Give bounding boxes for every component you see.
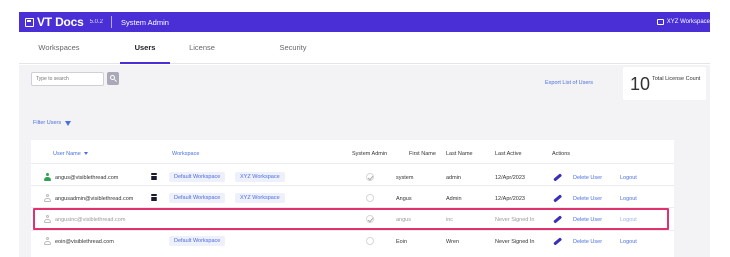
delete-user-link[interactable]: Delete User <box>573 239 602 245</box>
active-tab-indicator <box>120 62 170 64</box>
user-email: eoin@visiblethread.com <box>55 239 114 245</box>
filter-icon <box>65 120 72 126</box>
app-name: VT Docs <box>37 15 84 29</box>
column-header-last-active: Last Active <box>495 151 522 157</box>
user-icon <box>44 237 51 245</box>
first-name: system <box>396 175 414 181</box>
tab-bar: Workspaces Users License Security <box>19 32 710 64</box>
filter-users-label: Filter Users <box>33 120 62 126</box>
system-admin-checkbox[interactable] <box>366 194 374 202</box>
license-count: 10 <box>630 74 651 94</box>
system-admin-checkbox[interactable] <box>366 237 374 245</box>
logout-link[interactable]: Logout <box>620 196 637 202</box>
column-header-actions: Actions <box>552 151 571 157</box>
workspace-stack-icon <box>151 194 157 201</box>
system-admin-checkbox[interactable] <box>366 173 374 181</box>
delete-user-link[interactable]: Delete User <box>573 175 602 181</box>
active-user-icon <box>44 173 51 181</box>
app-version: 5.0.2 <box>89 19 103 25</box>
first-name: Eoin <box>396 239 408 245</box>
workspace-chip[interactable]: Default Workspace <box>169 236 226 246</box>
workspace-label: XYZ Workspace <box>666 19 710 25</box>
last-name: admin <box>446 175 461 181</box>
sort-icon <box>83 152 88 156</box>
section-title: System Admin <box>120 17 169 27</box>
last-active: 12/Apr/2023 <box>495 196 525 202</box>
tab-security[interactable]: Security <box>263 32 323 64</box>
search-input[interactable] <box>31 72 104 86</box>
tab-users[interactable]: Users <box>115 32 175 64</box>
last-active: 12/Apr/2023 <box>495 175 525 181</box>
license-count-card: 10 Total License Count <box>623 67 706 100</box>
last-name: Admin <box>446 196 462 202</box>
tab-license[interactable]: License <box>172 32 232 64</box>
workspace-stack-icon <box>151 173 157 180</box>
header-divider <box>110 16 112 28</box>
last-name: Wren <box>446 239 460 245</box>
column-header-workspace: Workspace <box>172 151 200 157</box>
column-header-first-name: First Name <box>409 151 436 157</box>
user-email: angus@visiblethread.com <box>55 175 119 181</box>
column-header-system-admin: System Admin <box>352 151 388 157</box>
logout-link[interactable]: Logout <box>620 175 637 181</box>
first-name: Angus <box>396 196 412 202</box>
last-active: Never Signed In <box>495 239 535 245</box>
workspace-chip[interactable]: Default Workspace <box>169 193 226 203</box>
tab-workspaces[interactable]: Workspaces <box>29 32 89 64</box>
workspace-switcher[interactable]: XYZ Workspace <box>656 12 710 32</box>
filter-users-button[interactable]: Filter Users <box>33 120 72 126</box>
workspace-chip[interactable]: XYZ Workspace <box>235 193 285 203</box>
delete-user-link[interactable]: Delete User <box>573 196 602 202</box>
workspace-chip[interactable]: Default Workspace <box>169 172 226 182</box>
logo-icon <box>25 17 34 27</box>
app-header: VT Docs 5.0.2 System Admin XYZ Workspace <box>19 12 710 32</box>
row-highlight <box>33 208 669 230</box>
column-header-last-name: Last Name <box>446 151 473 157</box>
workspace-chip[interactable]: XYZ Workspace <box>235 172 285 182</box>
license-count-label: Total License Count <box>652 76 701 82</box>
search-button[interactable] <box>107 72 119 85</box>
export-users-link[interactable]: Export List of Users <box>545 80 593 86</box>
workspace-icon <box>656 19 664 25</box>
user-icon <box>44 194 51 202</box>
user-email: angusadmin@visiblethread.com <box>55 196 134 202</box>
column-header-user-name[interactable]: User Name <box>53 151 88 157</box>
logout-link[interactable]: Logout <box>620 239 637 245</box>
